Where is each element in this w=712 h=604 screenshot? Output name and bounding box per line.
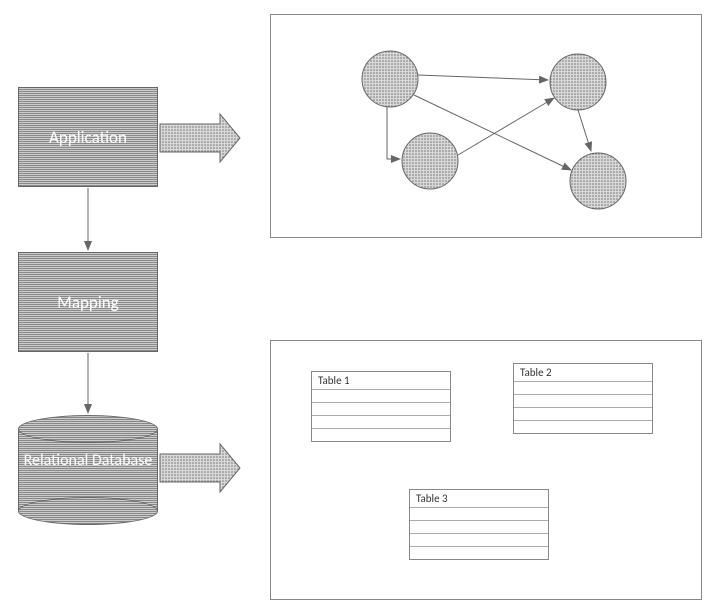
block-arrow-app [160, 114, 240, 162]
graph-node [570, 153, 626, 209]
graph-edge [418, 75, 548, 80]
table-1: Table 1 [311, 371, 451, 442]
mapping-label: Mapping [57, 292, 118, 313]
table-1-label: Table 1 [312, 372, 450, 389]
tables-panel: Table 1 Table 2 Table 3 [270, 340, 702, 600]
graph-node [362, 51, 418, 107]
application-label: Application [49, 127, 127, 148]
block-arrow-db [160, 444, 240, 492]
graph-edge [578, 110, 591, 151]
table-2-label: Table 2 [514, 364, 652, 381]
table-2: Table 2 [513, 363, 653, 434]
graph-edge [387, 107, 400, 159]
graph-node [550, 54, 606, 110]
database-label: Relational Database [18, 451, 158, 470]
graph-svg [271, 15, 703, 239]
graph-panel [270, 14, 702, 238]
application-box: Application [18, 87, 158, 187]
table-3: Table 3 [409, 489, 549, 560]
graph-edge [458, 98, 554, 155]
diagram-canvas: Application Mapping Relational Database [0, 0, 712, 604]
database-cylinder: Relational Database [18, 415, 158, 525]
table-3-label: Table 3 [410, 490, 548, 507]
graph-node [402, 133, 458, 189]
mapping-box: Mapping [18, 252, 158, 352]
